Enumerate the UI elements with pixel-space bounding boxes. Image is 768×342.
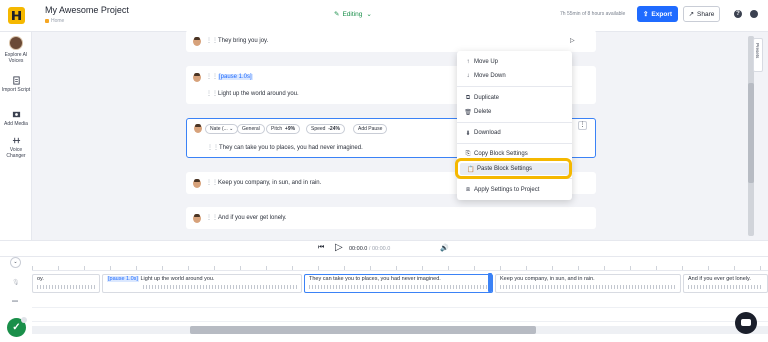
timeline-ruler[interactable] bbox=[32, 257, 768, 271]
timeline-clip-selected[interactable]: They can take you to places, you had nev… bbox=[304, 274, 493, 293]
menu-item-move-up[interactable]: ↑ Move Up bbox=[457, 56, 572, 68]
sidebar-item-import-script[interactable]: Import Script bbox=[0, 76, 32, 93]
timeline-clip[interactable]: Keep you company, in sun, and in rain. bbox=[495, 274, 681, 293]
menu-item-duplicate[interactable]: ⧉ Duplicate bbox=[457, 92, 572, 104]
pause-tag[interactable]: [pause 1.0s] bbox=[218, 74, 253, 80]
speed-control[interactable]: Speed -24% bbox=[306, 124, 345, 134]
block-text[interactable]: They bring you joy. bbox=[218, 38, 268, 44]
editor-scrollbar-thumb[interactable] bbox=[748, 83, 754, 183]
share-label: Share bbox=[697, 10, 715, 18]
help-icon[interactable]: ? bbox=[734, 10, 742, 18]
app-logo[interactable] bbox=[8, 7, 25, 24]
drag-handle-icon[interactable]: ⋮⋮ bbox=[207, 144, 219, 151]
usage-text: 7h 55min of 8 hours available bbox=[560, 11, 626, 17]
presets-tab[interactable]: Presets bbox=[753, 38, 763, 72]
drag-handle-icon[interactable]: ⋮⋮ bbox=[206, 90, 218, 97]
skip-back-icon[interactable]: ⏮ bbox=[318, 244, 324, 252]
block-text[interactable]: And if you ever get lonely. bbox=[218, 215, 287, 221]
share-button[interactable]: ↗ Share bbox=[683, 6, 720, 22]
project-title[interactable]: My Awesome Project bbox=[45, 5, 129, 15]
voice-avatar-icon bbox=[9, 36, 23, 50]
script-block[interactable]: ⋮⋮ They bring you joy. ▷ bbox=[186, 30, 596, 52]
drag-handle-icon[interactable]: ⋮⋮ bbox=[206, 179, 218, 186]
chevron-down-icon: ⌄ bbox=[366, 11, 372, 18]
block-more-options-icon[interactable]: ⋮ bbox=[578, 121, 587, 130]
volume-icon[interactable]: 🔊 bbox=[440, 244, 449, 252]
timeline-clip[interactable]: oy. bbox=[32, 274, 100, 293]
arrow-up-icon: ↑ bbox=[466, 59, 470, 65]
download-icon: ⬇ bbox=[465, 130, 471, 137]
chat-icon[interactable] bbox=[735, 312, 757, 334]
script-block[interactable]: ⋮⋮ And if you ever get lonely. bbox=[186, 207, 596, 229]
timeline-clip[interactable]: [pause 1.0s] Light up the world around y… bbox=[102, 274, 302, 293]
block-text[interactable]: Light up the world around you. bbox=[218, 91, 299, 97]
duplicate-icon: ⧉ bbox=[465, 94, 471, 101]
breadcrumb[interactable]: Home bbox=[45, 18, 64, 24]
document-icon bbox=[12, 76, 20, 85]
video-track-icon: ▬ bbox=[12, 298, 18, 304]
drag-handle-icon[interactable]: ⋮⋮ bbox=[206, 214, 218, 221]
menu-item-apply-to-project[interactable]: ⧈ Apply Settings to Project bbox=[457, 184, 572, 196]
voice-avatar-icon[interactable] bbox=[194, 124, 202, 133]
block-text[interactable]: They can take you to places, you had nev… bbox=[219, 145, 363, 151]
share-icon: ↗ bbox=[688, 11, 695, 18]
breadcrumb-home[interactable]: Home bbox=[51, 18, 64, 24]
menu-divider bbox=[457, 86, 572, 87]
sidebar-item-voice-changer[interactable]: Voice Changer bbox=[0, 136, 32, 160]
arrow-down-icon: ↓ bbox=[466, 73, 470, 79]
menu-item-move-down[interactable]: ↓ Move Down bbox=[457, 70, 572, 82]
play-icon[interactable]: ▷ bbox=[335, 242, 343, 253]
style-selector[interactable]: General bbox=[237, 124, 265, 134]
drag-handle-icon[interactable]: ⋮⋮ bbox=[206, 37, 218, 44]
highlight-ring bbox=[455, 158, 572, 179]
media-icon bbox=[12, 111, 20, 118]
sidebar-item-label: Import Script bbox=[1, 87, 31, 93]
voice-selector[interactable]: Nate (... ⌄ bbox=[205, 124, 239, 134]
current-time: 00:00.0 bbox=[349, 246, 368, 252]
sidebar-item-label: Add Media bbox=[4, 121, 28, 127]
voice-avatar-icon[interactable] bbox=[193, 37, 201, 46]
mic-icon: 🎙 bbox=[12, 280, 20, 286]
clip-resize-handle[interactable] bbox=[488, 273, 492, 292]
menu-divider bbox=[457, 122, 572, 123]
left-sidebar: Explore AI Voices Import Script Add Medi… bbox=[0, 32, 32, 240]
sidebar-item-add-media[interactable]: Add Media bbox=[0, 110, 32, 127]
timeline-clip[interactable]: And if you ever get lonely. bbox=[683, 274, 768, 293]
export-button[interactable]: ⇪ Export bbox=[637, 6, 678, 22]
block-text[interactable]: Keep you company, in sun, and in rain. bbox=[218, 180, 321, 186]
add-pause-button[interactable]: Add Pause bbox=[353, 124, 388, 134]
voice-changer-icon bbox=[12, 137, 20, 144]
player-bar: ⏮ ▷ 00:00.0 / 00:00.0 🔊 bbox=[0, 240, 768, 256]
export-label: Export bbox=[651, 10, 673, 18]
playback-time: 00:00.0 / 00:00.0 bbox=[349, 246, 391, 252]
mode-dropdown[interactable]: ✎ Editing ⌄ bbox=[334, 10, 372, 18]
drag-handle-icon[interactable]: ⋮⋮ bbox=[206, 73, 218, 80]
sidebar-item-explore-voices[interactable]: Explore AI Voices bbox=[0, 36, 32, 65]
mode-label: Editing bbox=[342, 11, 363, 18]
timeline-media-row[interactable] bbox=[32, 296, 768, 308]
voice-avatar-icon[interactable] bbox=[193, 73, 201, 82]
total-time: 00:00.0 bbox=[371, 246, 391, 252]
play-block-icon[interactable]: ▷ bbox=[570, 37, 575, 44]
pencil-icon: ✎ bbox=[334, 11, 340, 18]
sidebar-item-label: Voice Changer bbox=[6, 147, 26, 160]
upload-icon: ⇪ bbox=[642, 11, 649, 18]
timeline-scrollbar-thumb[interactable] bbox=[190, 326, 536, 334]
trash-icon: 🗑 bbox=[464, 109, 472, 116]
copy-icon: ⎘ bbox=[465, 150, 471, 157]
menu-item-download[interactable]: ⬇ Download bbox=[457, 127, 572, 139]
timeline-empty-row[interactable] bbox=[32, 310, 768, 322]
status-dot bbox=[21, 317, 27, 323]
voice-avatar-icon[interactable] bbox=[193, 214, 201, 223]
sidebar-item-label: Explore AI Voices bbox=[4, 52, 28, 65]
voice-avatar-icon[interactable] bbox=[193, 179, 201, 188]
user-account-icon[interactable] bbox=[750, 10, 758, 18]
menu-divider bbox=[457, 143, 572, 144]
apply-icon: ⧈ bbox=[466, 186, 470, 193]
top-bar: My Awesome Project Home ✎ Editing ⌄ 7h 55m… bbox=[0, 0, 768, 32]
collapse-timeline-icon[interactable]: ⌄ bbox=[10, 257, 21, 268]
pitch-control[interactable]: Pitch +9% bbox=[266, 124, 301, 134]
menu-item-delete[interactable]: 🗑 Delete bbox=[457, 106, 572, 118]
home-icon bbox=[45, 18, 49, 23]
